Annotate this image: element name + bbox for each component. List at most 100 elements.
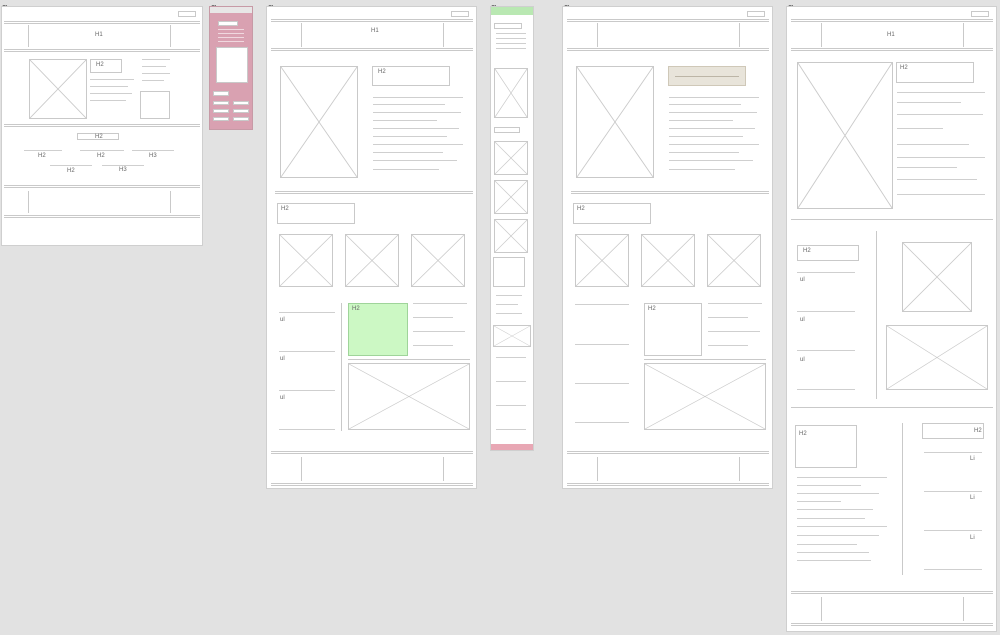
text-line <box>708 317 748 318</box>
footer-divider <box>271 451 473 454</box>
footer-vertical-divider <box>821 597 822 621</box>
heading-h1: H1 <box>371 28 379 34</box>
text-line <box>897 157 985 158</box>
list-label-ul: ul <box>800 277 805 283</box>
text-line <box>373 136 447 137</box>
mobile-button[interactable] <box>213 91 229 96</box>
mobile-button[interactable] <box>233 117 249 121</box>
header-button[interactable] <box>747 11 765 17</box>
text-line <box>496 429 526 430</box>
text-line <box>897 144 969 145</box>
text-line <box>797 485 861 486</box>
image-placeholder <box>576 66 654 178</box>
text-line <box>496 313 522 314</box>
text-line <box>373 169 439 170</box>
header-divider <box>567 19 769 22</box>
footer-divider <box>791 591 993 594</box>
header-button[interactable] <box>971 11 989 17</box>
wireframe-board-mobile-pink <box>209 6 253 130</box>
heading-h3-col: H3 <box>119 167 127 173</box>
text-line <box>90 93 132 94</box>
text-line <box>797 350 855 351</box>
heading-h2: H2 <box>648 306 656 312</box>
heading-h2-col: H2 <box>97 153 105 159</box>
image-placeholder <box>411 234 465 287</box>
text-line <box>797 493 879 494</box>
text-line <box>575 383 629 384</box>
section-divider <box>567 48 769 51</box>
text-line <box>279 390 335 391</box>
mobile-button[interactable] <box>213 109 229 113</box>
text-line <box>669 136 743 137</box>
image-placeholder <box>902 242 972 312</box>
header-button[interactable] <box>178 11 196 17</box>
text-line <box>496 295 522 296</box>
text-line <box>373 128 459 129</box>
text-line <box>797 311 855 312</box>
header-divider <box>791 19 993 22</box>
image-placeholder <box>493 325 531 347</box>
heading-h2: H2 <box>95 134 103 140</box>
text-line <box>90 79 134 80</box>
text-line <box>496 304 518 305</box>
section-divider <box>791 407 993 408</box>
text-line <box>897 114 983 115</box>
text-line <box>669 152 739 153</box>
heading-h2: H2 <box>96 62 104 68</box>
header-button[interactable] <box>451 11 469 17</box>
text-line <box>50 165 92 166</box>
text-line <box>142 59 170 60</box>
text-line <box>496 405 526 406</box>
mobile-button[interactable] <box>233 101 249 105</box>
image-placeholder <box>644 363 766 430</box>
mobile-button[interactable] <box>213 117 229 121</box>
text-line <box>797 535 879 536</box>
heading-h2: H2 <box>799 431 807 437</box>
column-divider <box>902 423 903 575</box>
heading-h2-box: H2 <box>644 303 702 356</box>
nav-divider <box>170 25 171 47</box>
nav-divider <box>28 25 29 47</box>
list-item-label: Li <box>970 456 975 462</box>
text-line <box>373 160 457 161</box>
text-line <box>373 104 445 105</box>
text-line <box>924 569 982 570</box>
heading-h3-col: H3 <box>149 153 157 159</box>
text-line <box>897 102 961 103</box>
mobile-heading-box <box>494 127 520 133</box>
text-line <box>102 165 144 166</box>
text-line <box>413 317 453 318</box>
nav-divider <box>301 23 302 47</box>
section-divider <box>571 191 769 194</box>
text-line <box>897 92 985 93</box>
heading-h2-box: H2 <box>277 203 355 224</box>
image-placeholder <box>494 68 528 118</box>
mobile-button[interactable] <box>233 109 249 113</box>
text-line <box>413 331 465 332</box>
text-line <box>218 29 244 30</box>
text-line <box>797 389 855 390</box>
footer-vertical-divider <box>739 457 740 481</box>
mobile-button[interactable] <box>213 101 229 105</box>
section-divider <box>348 359 470 360</box>
heading-h1: H1 <box>95 32 103 38</box>
text-line <box>669 128 755 129</box>
list-label-ul: ul <box>280 356 285 362</box>
text-line <box>669 169 735 170</box>
section-divider <box>791 219 993 220</box>
text-line <box>90 86 128 87</box>
footer-bottom-divider <box>4 215 200 218</box>
heading-h2-box: H2 <box>795 425 857 468</box>
text-line <box>897 167 957 168</box>
mobile-header-green <box>491 7 533 15</box>
text-line <box>797 518 865 519</box>
image-placeholder <box>29 59 87 119</box>
footer-vertical-divider <box>301 457 302 481</box>
footer-bottom-divider <box>791 623 993 626</box>
image-placeholder <box>494 141 528 175</box>
text-line <box>373 112 461 113</box>
text-line <box>496 38 526 39</box>
nav-divider <box>739 23 740 47</box>
section-divider <box>4 49 200 52</box>
text-line <box>279 429 335 430</box>
